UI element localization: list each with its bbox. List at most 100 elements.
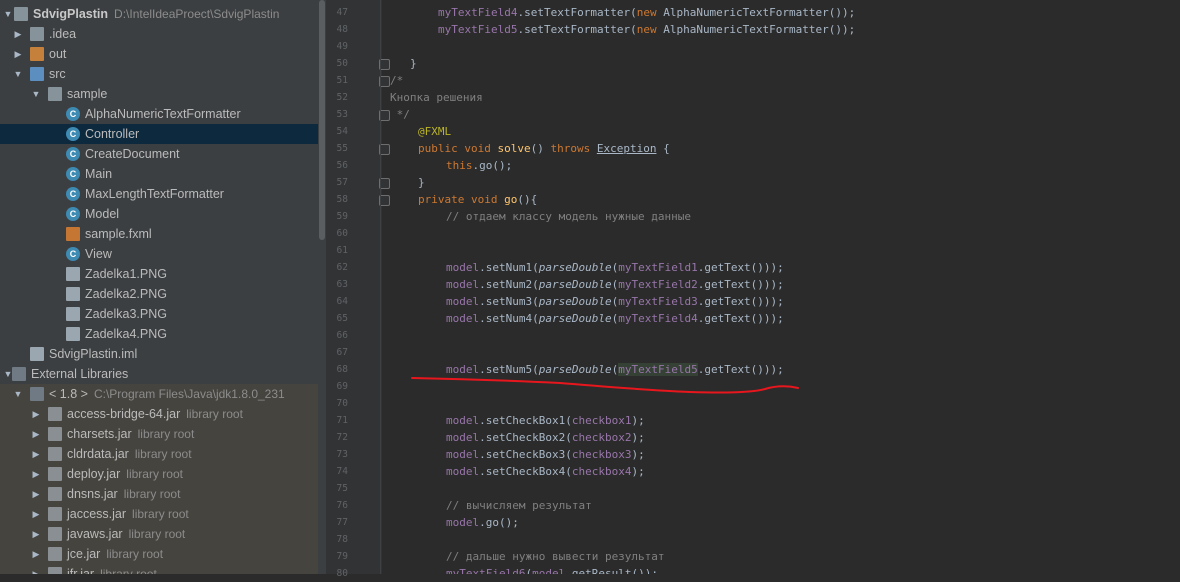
tree-item-folder-out[interactable]: ▶ out bbox=[0, 44, 318, 64]
expand-arrow-down-icon[interactable]: ▼ bbox=[3, 8, 13, 20]
expand-arrow-right-icon[interactable]: ▶ bbox=[31, 528, 41, 540]
tree-item-file-zadelka2[interactable]: Zadelka2.PNG bbox=[0, 284, 318, 304]
tree-item-jar-deploy[interactable]: ▶ deploy.jar library root bbox=[0, 464, 318, 484]
line-number: 62 bbox=[336, 262, 348, 273]
code-line[interactable]: model.setNum2(parseDouble(myTextField2.g… bbox=[446, 276, 784, 293]
code-line[interactable]: Кнопка решения bbox=[390, 89, 483, 106]
tree-item-project-root[interactable]: ▼ SdvigPlastin D:\IntelIdeaProect\SdvigPla… bbox=[0, 4, 318, 24]
tree-item-jar-jfr[interactable]: ▶ jfr.jar library root bbox=[0, 564, 318, 574]
expand-arrow-right-icon[interactable]: ▶ bbox=[13, 48, 23, 60]
code-line[interactable]: myTextField5.setTextFormatter(new AlphaN… bbox=[438, 21, 855, 38]
project-tree-scrollbar[interactable] bbox=[318, 0, 326, 574]
tree-item-jar-dnsns[interactable]: ▶ dnsns.jar library root bbox=[0, 484, 318, 504]
class-icon: C bbox=[66, 127, 80, 141]
expand-arrow-right-icon[interactable]: ▶ bbox=[31, 428, 41, 440]
code-line[interactable]: model.setNum4(parseDouble(myTextField4.g… bbox=[446, 310, 784, 327]
code-token: model bbox=[446, 431, 480, 444]
tree-item-class-alphanumerictextformatter[interactable]: C AlphaNumericTextFormatter bbox=[0, 104, 318, 124]
tree-item-package-sample[interactable]: ▼ sample bbox=[0, 84, 318, 104]
code-line[interactable]: */ bbox=[390, 106, 410, 123]
code-line[interactable]: public void solve() throws Exception { bbox=[418, 140, 670, 157]
code-line[interactable]: model.go(); bbox=[446, 514, 519, 531]
tree-item-label: jfr.jar bbox=[67, 567, 95, 574]
tree-item-label: javaws.jar bbox=[67, 527, 123, 541]
tree-item-jar-jaccess[interactable]: ▶ jaccess.jar library root bbox=[0, 504, 318, 524]
tree-item-external-libraries[interactable]: ▼ External Libraries bbox=[0, 364, 318, 384]
class-icon: C bbox=[66, 107, 80, 121]
code-line[interactable]: model.setCheckBox1(checkbox1); bbox=[446, 412, 645, 429]
tree-item-text: Controller bbox=[85, 126, 139, 142]
tree-item-file-zadelka3[interactable]: Zadelka3.PNG bbox=[0, 304, 318, 324]
line-number: 56 bbox=[336, 160, 348, 171]
tree-item-class-maxlengthtextformatter[interactable]: C MaxLengthTextFormatter bbox=[0, 184, 318, 204]
tree-item-hint: library root bbox=[134, 447, 192, 461]
expand-arrow-right-icon[interactable]: ▶ bbox=[31, 508, 41, 520]
tree-item-class-createdocument[interactable]: C CreateDocument bbox=[0, 144, 318, 164]
tree-item-file-sample-fxml[interactable]: sample.fxml bbox=[0, 224, 318, 244]
tree-item-jar-jce[interactable]: ▶ jce.jar library root bbox=[0, 544, 318, 564]
code-line[interactable]: // отдаем классу модель нужные данные bbox=[446, 208, 691, 225]
code-token: parseDouble bbox=[538, 295, 612, 308]
code-token: */ bbox=[390, 108, 410, 121]
tree-item-folder-idea[interactable]: ▶ .idea bbox=[0, 24, 318, 44]
code-token: checkbox1 bbox=[571, 414, 632, 427]
tree-item-folder-src[interactable]: ▼ src bbox=[0, 64, 318, 84]
folder-orange-icon bbox=[30, 47, 44, 61]
code-line[interactable]: model.setCheckBox4(checkbox4); bbox=[446, 463, 645, 480]
code-line[interactable]: this.go(); bbox=[446, 157, 512, 174]
tree-item-file-zadelka4[interactable]: Zadelka4.PNG bbox=[0, 324, 318, 344]
tree-item-file-sdvigplastin-iml[interactable]: SdvigPlastin.iml bbox=[0, 344, 318, 364]
line-number: 64 bbox=[336, 296, 348, 307]
tree-item-class-model[interactable]: C Model bbox=[0, 204, 318, 224]
code-line[interactable]: private void go(){ bbox=[418, 191, 537, 208]
class-icon: C bbox=[66, 147, 80, 161]
expand-arrow-right-icon[interactable]: ▶ bbox=[31, 488, 41, 500]
code-token: private void bbox=[418, 193, 505, 206]
line-number: 74 bbox=[336, 466, 348, 477]
code-line[interactable]: // дальше нужно вывести результат bbox=[446, 548, 665, 565]
code-line[interactable]: myTextField4.setTextFormatter(new AlphaN… bbox=[438, 4, 855, 21]
code-line[interactable]: } bbox=[418, 174, 425, 191]
tree-item-class-controller[interactable]: C Controller bbox=[0, 124, 318, 144]
expand-arrow-right-icon[interactable]: ▶ bbox=[31, 568, 41, 574]
expand-arrow-down-icon[interactable]: ▼ bbox=[13, 388, 23, 400]
tree-item-class-main[interactable]: C Main bbox=[0, 164, 318, 184]
scrollbar-thumb[interactable] bbox=[319, 0, 325, 240]
tree-item-text: CreateDocument bbox=[85, 146, 180, 162]
code-line[interactable]: model.setNum3(parseDouble(myTextField3.g… bbox=[446, 293, 784, 310]
code-token: .go(); bbox=[479, 516, 519, 529]
line-number: 73 bbox=[336, 449, 348, 460]
code-line[interactable]: myTextField6(model.getResult()); bbox=[446, 565, 658, 574]
tree-item-hint: library root bbox=[137, 427, 195, 441]
code-line[interactable]: model.setCheckBox2(checkbox2); bbox=[446, 429, 645, 446]
tree-item-text: SdvigPlastin.iml bbox=[49, 346, 137, 362]
code-line[interactable]: model.setNum1(parseDouble(myTextField1.g… bbox=[446, 259, 784, 276]
code-line[interactable]: } bbox=[410, 55, 417, 72]
expand-arrow-right-icon[interactable]: ▶ bbox=[13, 28, 23, 40]
tree-item-jar-cldrdata[interactable]: ▶ cldrdata.jar library root bbox=[0, 444, 318, 464]
code-token: { bbox=[656, 142, 670, 155]
code-token: .getText())); bbox=[697, 312, 784, 325]
line-number: 57 bbox=[336, 177, 348, 188]
expand-arrow-right-icon[interactable]: ▶ bbox=[31, 548, 41, 560]
line-number: 49 bbox=[336, 41, 348, 52]
expand-arrow-right-icon[interactable]: ▶ bbox=[31, 448, 41, 460]
code-line[interactable]: @FXML bbox=[418, 123, 451, 140]
code-line[interactable]: /* bbox=[390, 72, 403, 89]
tree-item-jar-charsets[interactable]: ▶ charsets.jar library root bbox=[0, 424, 318, 444]
expand-arrow-right-icon[interactable]: ▶ bbox=[31, 468, 41, 480]
expand-arrow-down-icon[interactable]: ▼ bbox=[31, 88, 41, 100]
code-line[interactable]: // вычисляем результат bbox=[446, 497, 592, 514]
tree-item-jar-access-bridge-64[interactable]: ▶ access-bridge-64.jar library root bbox=[0, 404, 318, 424]
tree-item-jar-javaws[interactable]: ▶ javaws.jar library root bbox=[0, 524, 318, 544]
lib-icon bbox=[30, 387, 44, 401]
expand-arrow-right-icon[interactable]: ▶ bbox=[31, 408, 41, 420]
tree-item-class-view[interactable]: C View bbox=[0, 244, 318, 264]
tree-item-jdk-1-8[interactable]: ▼ < 1.8 > C:\Program Files\Java\jdk1.8.0_2… bbox=[0, 384, 318, 404]
code-line[interactable]: model.setCheckBox3(checkbox3); bbox=[446, 446, 645, 463]
tree-item-file-zadelka1[interactable]: Zadelka1.PNG bbox=[0, 264, 318, 284]
expand-arrow-down-icon[interactable]: ▼ bbox=[13, 68, 23, 80]
code-editor[interactable]: myTextField4.setTextFormatter(new AlphaN… bbox=[390, 0, 1180, 574]
code-line[interactable]: model.setNum5(parseDouble(myTextField5.g… bbox=[446, 361, 784, 378]
class-icon: C bbox=[66, 207, 80, 221]
